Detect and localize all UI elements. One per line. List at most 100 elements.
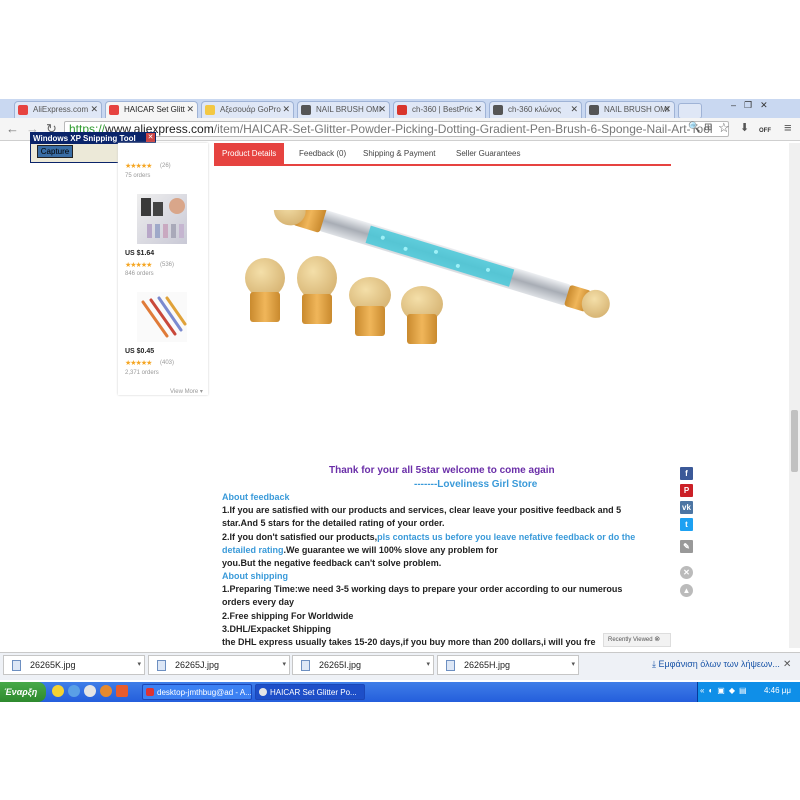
feedback-point-1: 1.If you are satisfied with our products… — [222, 505, 622, 515]
ie-icon[interactable] — [68, 685, 80, 697]
close-icon[interactable]: ✕ — [570, 104, 578, 115]
bars-icon — [205, 105, 215, 115]
close-icon[interactable]: ✕ — [474, 104, 482, 115]
image-file-icon — [157, 660, 166, 671]
close-icon[interactable]: ✕ — [90, 104, 98, 115]
about-feedback-heading: About feedback — [222, 492, 290, 502]
rating-count: (26) — [160, 163, 171, 169]
browser-tab-7[interactable]: NAIL BRUSH OMI ✕ — [585, 101, 675, 118]
bird-icon — [493, 105, 503, 115]
new-tab-button[interactable] — [678, 103, 702, 119]
view-more-link[interactable]: View More ▾ — [170, 388, 203, 395]
vk-icon[interactable]: vk — [680, 501, 693, 514]
scroll-top-icon[interactable]: ▲ — [680, 584, 693, 597]
close-icon[interactable]: ✕ — [186, 104, 194, 115]
back-icon[interactable]: ← — [6, 121, 19, 136]
close-icon[interactable]: ✕ — [680, 566, 693, 579]
download-item[interactable]: 26265J.jpg ▾ — [148, 655, 290, 675]
feedback-point-2: 2.If you don't satisfied our products,pl… — [222, 532, 636, 542]
tray-icons[interactable]: «◐▣◆▤ — [700, 686, 751, 695]
download-item[interactable]: 26265I.jpg ▾ — [292, 655, 434, 675]
clock: 4:46 μμ — [764, 686, 792, 695]
product-thumbnail[interactable] — [137, 194, 187, 244]
browser-tab-3[interactable]: Αξεσουάρ GoPro ✕ — [201, 101, 294, 118]
download-item[interactable]: 26265K.jpg ▾ — [3, 655, 145, 675]
shipping-point-1b: orders every day — [222, 597, 295, 607]
tab-feedback[interactable]: Feedback (0) — [299, 143, 346, 164]
feedback-point-2b: detailed rating.We guarantee we will 100… — [222, 545, 498, 555]
quicklaunch-icon[interactable] — [52, 685, 64, 697]
aliexpress-icon — [18, 105, 28, 115]
window-controls[interactable]: ‒❐✕ — [731, 100, 797, 114]
rating-stars: ★★★★★ — [125, 262, 152, 269]
bestprice-icon — [397, 105, 407, 115]
order-count: 75 orders — [125, 173, 151, 179]
close-icon[interactable]: ⊗ — [654, 636, 660, 643]
taskbar-item-active[interactable]: HAICAR Set Glitter Po... — [255, 684, 365, 700]
browser-tab-5[interactable]: ch-360 | BestPric ✕ — [393, 101, 486, 118]
twitter-icon[interactable]: t — [680, 518, 693, 531]
image-file-icon — [301, 660, 310, 671]
close-icon[interactable]: ✕ — [378, 104, 386, 115]
extension-icon[interactable]: ⬇ — [740, 121, 749, 134]
edit-icon[interactable]: ✎ — [680, 540, 693, 553]
image-file-icon — [446, 660, 455, 671]
recently-viewed-button[interactable]: Recently Viewed ⊗ — [603, 633, 671, 647]
feedback-point-1b: star.And 5 stars for the detailed rating… — [222, 518, 445, 528]
close-icon[interactable]: ✕ — [783, 659, 791, 670]
product-image — [245, 210, 610, 344]
bird-icon — [589, 105, 599, 115]
tab-shipping-payment[interactable]: Shipping & Payment — [363, 143, 436, 164]
close-icon[interactable]: ✕ — [146, 133, 155, 142]
chevron-down-icon[interactable]: ▾ — [426, 656, 430, 674]
shipping-point-1: 1.Preparing Time:we need 3-5 working day… — [222, 584, 623, 594]
shipping-point-2: 2.Free shipping For Worldwide — [222, 611, 354, 621]
rating-count: (403) — [160, 360, 175, 366]
chevron-down-icon[interactable]: ▾ — [282, 656, 286, 674]
start-button[interactable]: Έναρξη — [0, 682, 46, 702]
tab-product-details[interactable]: Product Details — [214, 143, 285, 164]
taskbar-item[interactable]: desktop-jmthbug@ad - A... — [142, 684, 252, 700]
chrome-icon — [259, 688, 267, 696]
browser-tab-2[interactable]: HAICAR Set Glitt ✕ — [105, 101, 198, 118]
chevron-down-icon[interactable]: ▾ — [571, 656, 575, 674]
bookmark-star-icon[interactable]: ☆ — [718, 120, 730, 136]
rating-stars: ★★★★★ — [125, 360, 152, 367]
firefox-icon[interactable] — [100, 685, 112, 697]
menu-icon[interactable]: ≡ — [784, 120, 792, 135]
chrome-icon[interactable] — [84, 685, 96, 697]
facebook-icon[interactable]: f — [680, 467, 693, 480]
recommended-sidebar — [118, 143, 208, 395]
close-icon[interactable]: ✕ — [663, 104, 671, 115]
browser-tab-4[interactable]: NAIL BRUSH OMI ✕ — [297, 101, 390, 118]
browser-tab-1[interactable]: AliExpress.com ✕ — [14, 101, 102, 118]
feedback-point-2c: you.But the negative feedback can't solv… — [222, 558, 442, 568]
close-icon[interactable]: ✕ — [282, 104, 290, 115]
about-shipping-heading: About shipping — [222, 571, 288, 581]
off-badge[interactable]: OFF — [759, 128, 771, 134]
image-file-icon — [12, 660, 21, 671]
rating-count: (536) — [160, 262, 175, 268]
product-price[interactable]: US $1.64 — [125, 250, 154, 257]
tab-seller-guarantees[interactable]: Seller Guarantees — [456, 143, 520, 164]
app-icon — [146, 688, 154, 696]
search-icon[interactable]: 🔍 — [688, 122, 700, 133]
capture-button[interactable]: Capture — [37, 145, 73, 158]
pinterest-icon[interactable]: P — [680, 484, 693, 497]
page-scrollbar[interactable] — [789, 143, 800, 648]
address-bar[interactable]: https://www.aliexpress.com/item/HAICAR-S… — [64, 121, 729, 137]
store-name: -------Loveliness Girl Store — [414, 479, 538, 490]
chevron-down-icon[interactable]: ▾ — [137, 656, 141, 674]
show-all-downloads-link[interactable]: ⤓ Εμφάνιση όλων των λήψεων... — [652, 659, 780, 670]
browser-tab-6[interactable]: ch-360 κλώνος ✕ — [489, 101, 582, 118]
shipping-point-3: 3.DHL/Expacket Shipping — [222, 624, 332, 634]
app-icon[interactable] — [116, 685, 128, 697]
translate-icon[interactable]: ⊞ — [704, 122, 712, 133]
thanks-message: Thank for your all 5star welcome to come… — [329, 465, 555, 476]
scrollbar-thumb[interactable] — [791, 410, 798, 472]
download-item[interactable]: 26265H.jpg ▾ — [437, 655, 579, 675]
product-price[interactable]: US $0.45 — [125, 348, 154, 355]
product-thumbnail[interactable] — [137, 292, 187, 342]
order-count: 846 orders — [125, 271, 154, 277]
order-count: 2,371 orders — [125, 370, 159, 376]
